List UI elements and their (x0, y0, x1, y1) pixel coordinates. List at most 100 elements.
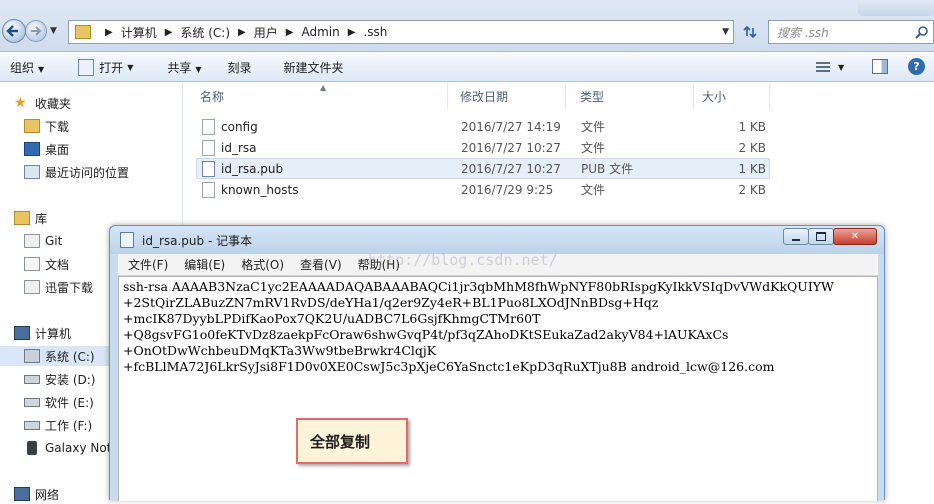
nav-recent-label: 最近访问的位置 (45, 165, 130, 180)
nav-libraries-label: 库 (35, 211, 48, 226)
file-row-id-rsa-pub[interactable]: id_rsa.pub 2016/7/27 10:27 PUB 文件 1 KB (196, 158, 770, 179)
forward-button[interactable] (25, 20, 47, 42)
close-button[interactable]: ✕ (833, 228, 877, 245)
new-folder-label: 新建文件夹 (283, 60, 344, 75)
view-list-icon (816, 62, 830, 72)
menu-view[interactable]: 查看(V) (292, 256, 350, 273)
breadcrumb-chevron-icon: ▶ (164, 26, 173, 38)
breadcrumb-chevron-icon: ▶ (105, 26, 113, 38)
organize-button[interactable]: 组织 ▼ (0, 59, 54, 76)
file-type: PUB 文件 (581, 162, 634, 176)
forward-arrow-icon (31, 26, 42, 36)
breadcrumb-chevron-icon: ▶ (238, 26, 246, 38)
maximize-icon (816, 232, 826, 241)
minimize-icon (792, 238, 800, 241)
search-input[interactable]: 搜索 .ssh (768, 20, 934, 44)
nav-drive-e-label: 软件 (E:) (45, 395, 94, 410)
nav-favorites[interactable]: ★ 收藏夹 (0, 93, 197, 113)
nav-drive-d-label: 安装 (D:) (45, 372, 96, 387)
file-name: config (221, 119, 258, 134)
nav-desktop[interactable]: 桌面 (0, 139, 207, 159)
drive-icon (24, 374, 40, 384)
drive-icon (24, 397, 40, 407)
view-options-button[interactable]: ▼ (816, 59, 856, 75)
refresh-icon (743, 25, 757, 39)
breadcrumb-ssh[interactable]: .ssh (363, 25, 387, 39)
nav-documents-label: 文档 (45, 257, 70, 272)
file-type: 文件 (581, 141, 606, 155)
share-button[interactable]: 共享 ▼ (157, 59, 211, 76)
search-placeholder: 搜索 .ssh (777, 25, 829, 40)
open-button[interactable]: 打开 ▼ (68, 58, 143, 76)
new-folder-button[interactable]: 新建文件夹 (274, 59, 354, 76)
network-icon (14, 487, 30, 501)
text-line: +Q8gsvFG1o0feKTvDz8zaekpFcOraw6shwGvqP4t… (123, 327, 729, 342)
column-header-name[interactable]: 名称 (184, 83, 448, 109)
pub-file-icon (202, 160, 215, 177)
nav-downloads[interactable]: 下载 (0, 116, 207, 136)
library-folder-icon (24, 234, 40, 248)
search-icon (915, 26, 928, 39)
menu-format[interactable]: 格式(O) (233, 256, 292, 273)
menu-edit[interactable]: 编辑(E) (176, 256, 233, 273)
menu-file[interactable]: 文件(F) (120, 256, 176, 273)
column-name-label: 名称 (200, 89, 225, 104)
column-modified-label: 修改日期 (460, 89, 509, 104)
column-header-size[interactable]: 大小 (694, 83, 770, 109)
back-button[interactable] (2, 19, 26, 43)
library-folder-icon (24, 280, 40, 294)
minimize-button[interactable] (783, 228, 809, 245)
chevron-down-icon: ▼ (195, 64, 202, 74)
address-dropdown-icon[interactable]: ▼ (722, 27, 729, 37)
column-header-type[interactable]: 类型 (566, 83, 694, 109)
preview-pane-button[interactable] (872, 59, 888, 74)
notepad-title-bar[interactable]: id_rsa.pub - 记事本 ✕ (110, 226, 884, 254)
notepad-icon (120, 232, 134, 248)
breadcrumb-drive-c[interactable]: 系统 (C:) (180, 24, 230, 41)
file-modified: 2016/7/29 9:25 (461, 182, 554, 197)
text-line: +fcBLlMA72J6LkrSyJsi8F1D0v0XE0CswJ5c3pXj… (123, 359, 775, 374)
file-size: 2 KB (738, 182, 766, 197)
help-button[interactable]: ? (908, 58, 925, 75)
computer-icon (14, 326, 30, 340)
burn-button[interactable]: 刻录 (218, 59, 262, 76)
file-size: 1 KB (738, 119, 766, 134)
maximize-button[interactable] (808, 228, 834, 245)
phone-device-icon (27, 441, 37, 455)
recent-pages-dropdown-icon[interactable]: ▼ (50, 26, 57, 36)
notepad-title: id_rsa.pub - 记事本 (142, 233, 253, 248)
notepad-app-icon (78, 58, 95, 76)
address-bar[interactable]: ▶ 计算机 ▶ 系统 (C:) ▶ 用户 ▶ Admin ▶ .ssh ▼ (68, 20, 734, 44)
text-line: +2StQirZLABuzZN7mRV1RvDS/deYHa1/q2er9Zy4… (123, 295, 659, 310)
watermark-text: http://blog.csdn.net/ (368, 251, 558, 269)
breadcrumb-admin[interactable]: Admin (301, 25, 339, 39)
file-modified: 2016/7/27 14:19 (461, 119, 561, 134)
file-row-id-rsa[interactable]: id_rsa 2016/7/27 10:27 文件 2 KB (196, 137, 770, 158)
breadcrumb-users[interactable]: 用户 (254, 24, 278, 41)
nav-recent[interactable]: 最近访问的位置 (0, 162, 207, 182)
refresh-button[interactable] (736, 20, 764, 44)
file-name: id_rsa (221, 140, 257, 155)
nav-computer-label: 计算机 (35, 326, 72, 341)
documents-icon (24, 257, 40, 271)
recent-places-icon (24, 165, 40, 179)
file-modified: 2016/7/27 10:27 (461, 161, 561, 176)
file-row-config[interactable]: config 2016/7/27 14:19 文件 1 KB (196, 116, 770, 137)
nav-galaxy-label: Galaxy Not (45, 441, 112, 455)
nav-downloads-label: 下载 (45, 119, 70, 134)
close-icon: ✕ (850, 231, 860, 242)
nav-git-label: Git (45, 234, 63, 248)
file-modified: 2016/7/27 10:27 (461, 140, 561, 155)
file-type: 文件 (581, 120, 606, 134)
callout-text: 全部复制 (310, 432, 371, 451)
drive-icon (24, 420, 40, 430)
breadcrumb-computer[interactable]: 计算机 (121, 24, 157, 41)
file-icon (202, 139, 215, 156)
column-header-modified[interactable]: 修改日期 (448, 83, 566, 109)
nav-drive-c-label: 系统 (C:) (45, 349, 95, 364)
notepad-text-area[interactable]: ssh-rsa AAAAB3NzaC1yc2EAAAADAQABAAABAQCi… (118, 276, 878, 501)
window-controls-partial (858, 0, 934, 16)
chevron-down-icon: ▼ (38, 64, 45, 74)
organize-label: 组织 (10, 60, 35, 75)
file-row-known-hosts[interactable]: known_hosts 2016/7/29 9:25 文件 2 KB (196, 179, 770, 200)
